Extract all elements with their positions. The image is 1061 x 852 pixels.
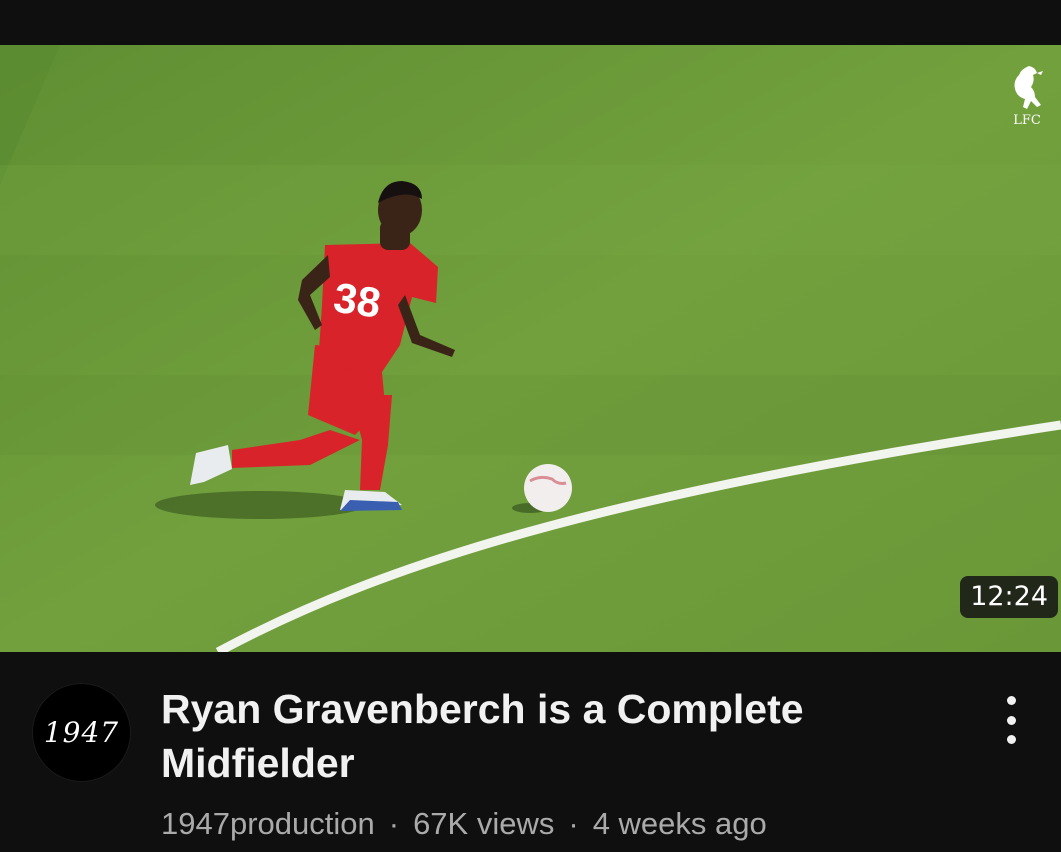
video-duration-badge: 12:24 [960, 576, 1058, 618]
meta-separator: · [388, 806, 400, 841]
lfc-wordmark: LFC [1013, 113, 1041, 128]
liver-bird-icon [1014, 66, 1043, 109]
video-metadata: 1947production · 67K views · 4 weeks ago [161, 804, 767, 844]
channel-avatar[interactable]: 1947 [32, 683, 131, 782]
thumbnail-image: 38 [0, 45, 1061, 652]
status-bar-area [0, 0, 1061, 45]
meta-separator: · [568, 806, 579, 841]
menu-dot [1006, 735, 1016, 744]
menu-dot [1006, 715, 1016, 725]
menu-dot [1006, 696, 1016, 705]
video-info: 1947 Ryan Gravenberch is a Complete Midf… [0, 652, 1061, 852]
channel-name[interactable]: 1947production [161, 806, 375, 841]
more-vert-icon[interactable] [999, 696, 1023, 744]
lfc-watermark: LFC [1007, 63, 1047, 135]
video-thumbnail[interactable]: 38 LFC 12:24 [0, 45, 1061, 652]
jersey-number: 38 [331, 274, 384, 327]
video-title[interactable]: Ryan Gravenberch is a Complete Midfielde… [161, 682, 961, 790]
channel-avatar-text: 1947 [43, 716, 120, 749]
upload-age: 4 weeks ago [592, 806, 767, 841]
view-count: 67K views [413, 806, 555, 841]
